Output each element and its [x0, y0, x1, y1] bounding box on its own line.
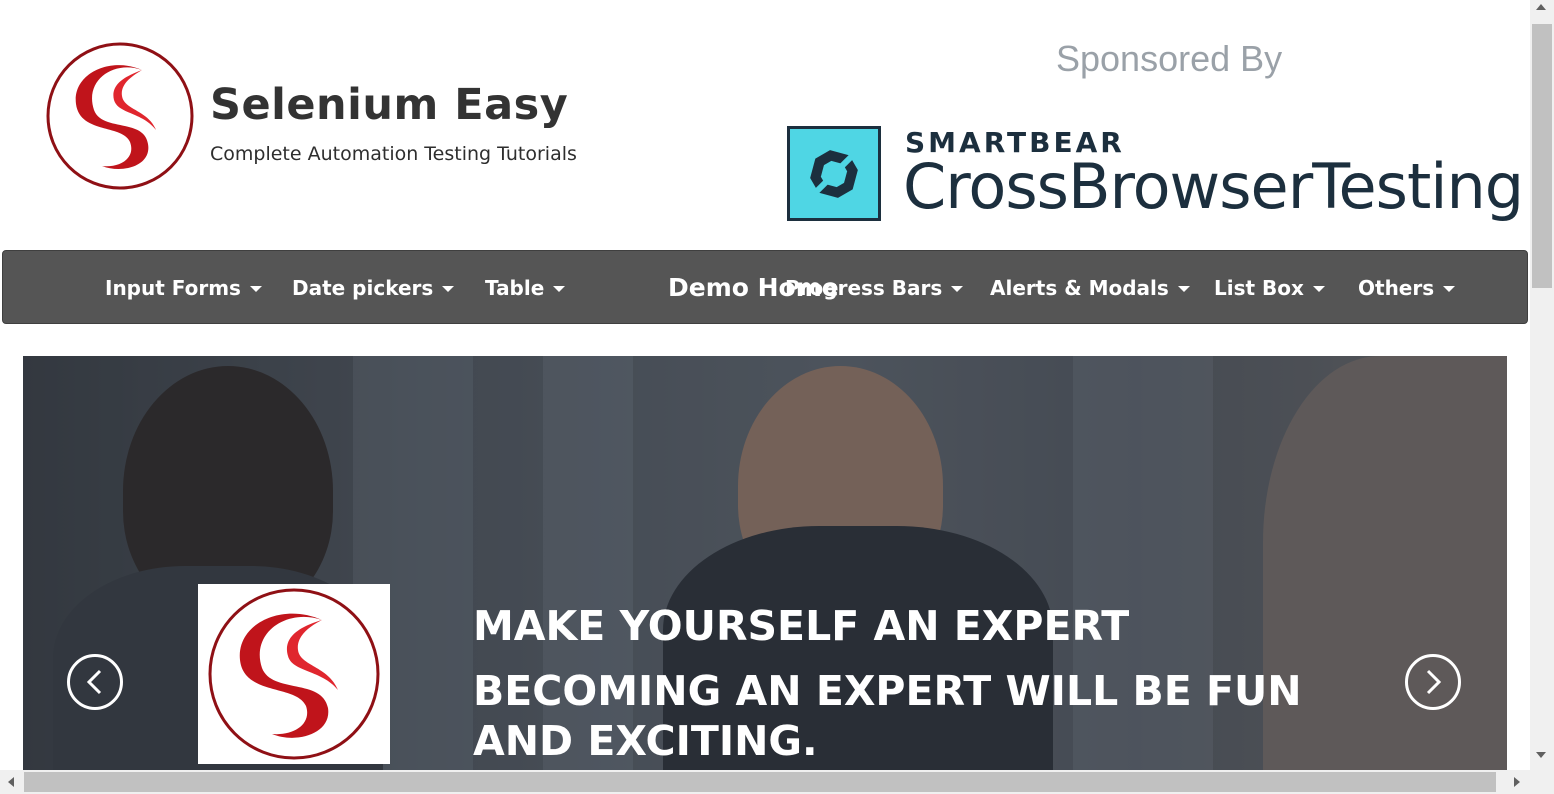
caret-down-icon [442, 285, 455, 292]
sponsor-product[interactable]: CrossBrowserTesting [903, 150, 1524, 223]
nav-item-label: Alerts & Modals [990, 276, 1169, 300]
site-header: Selenium Easy Complete Automation Testin… [0, 0, 1530, 248]
chevron-left-icon [86, 669, 102, 695]
scrollbar-corner [1530, 770, 1554, 794]
scroll-down-arrow-icon[interactable] [1536, 752, 1546, 758]
nav-list-box[interactable]: List Box [1214, 251, 1325, 325]
nav-item-label: Others [1358, 276, 1435, 300]
caret-down-icon [249, 285, 262, 292]
sponsor-label: Sponsored By [1056, 38, 1283, 79]
vertical-scrollbar[interactable] [1530, 0, 1554, 770]
nav-item-label: Table [485, 276, 545, 300]
nav-progress-bars[interactable]: Progress Bars [785, 251, 964, 325]
nav-others[interactable]: Others [1358, 251, 1456, 325]
carousel-prev-button[interactable] [67, 654, 123, 710]
chevron-right-icon [1426, 669, 1442, 695]
nav-item-label: Input Forms [105, 276, 241, 300]
scroll-up-arrow-icon[interactable] [1536, 4, 1546, 10]
nav-table[interactable]: Table [485, 251, 566, 325]
slide-logo [198, 584, 390, 764]
brand-tagline: Complete Automation Testing Tutorials [210, 143, 577, 165]
caret-down-icon [1312, 285, 1325, 292]
horizontal-scroll-thumb[interactable] [24, 772, 1496, 792]
vertical-scroll-thumb[interactable] [1532, 24, 1552, 288]
nav-item-label: List Box [1214, 276, 1304, 300]
caret-down-icon [553, 285, 566, 292]
slide-title: MAKE YOURSELF AN EXPERT [473, 602, 1130, 650]
caret-down-icon [1177, 285, 1190, 292]
scroll-left-arrow-icon[interactable] [8, 777, 14, 787]
nav-input-forms[interactable]: Input Forms [105, 251, 262, 325]
nav-item-label: Date pickers [292, 276, 434, 300]
crossbrowsertesting-logo-icon[interactable] [787, 126, 881, 221]
caret-down-icon [951, 285, 964, 292]
caret-down-icon [1443, 285, 1456, 292]
horizontal-scrollbar[interactable] [0, 770, 1530, 794]
selenium-easy-logo-icon [208, 588, 380, 760]
slide-subtitle: BECOMING AN EXPERT WILL BE FUN AND EXCIT… [473, 667, 1302, 765]
nav-date-pickers[interactable]: Date pickers [292, 251, 455, 325]
selenium-easy-logo-icon[interactable] [44, 40, 196, 192]
main-navbar: Input Forms Date pickers Table Demo Home… [2, 250, 1528, 324]
nav-alerts-modals[interactable]: Alerts & Modals [990, 251, 1190, 325]
nav-item-label: Progress Bars [785, 276, 943, 300]
scroll-right-arrow-icon[interactable] [1514, 777, 1520, 787]
carousel-next-button[interactable] [1405, 654, 1461, 710]
brand-name: Selenium Easy [210, 80, 569, 130]
hero-carousel: MAKE YOURSELF AN EXPERT BECOMING AN EXPE… [23, 356, 1507, 770]
